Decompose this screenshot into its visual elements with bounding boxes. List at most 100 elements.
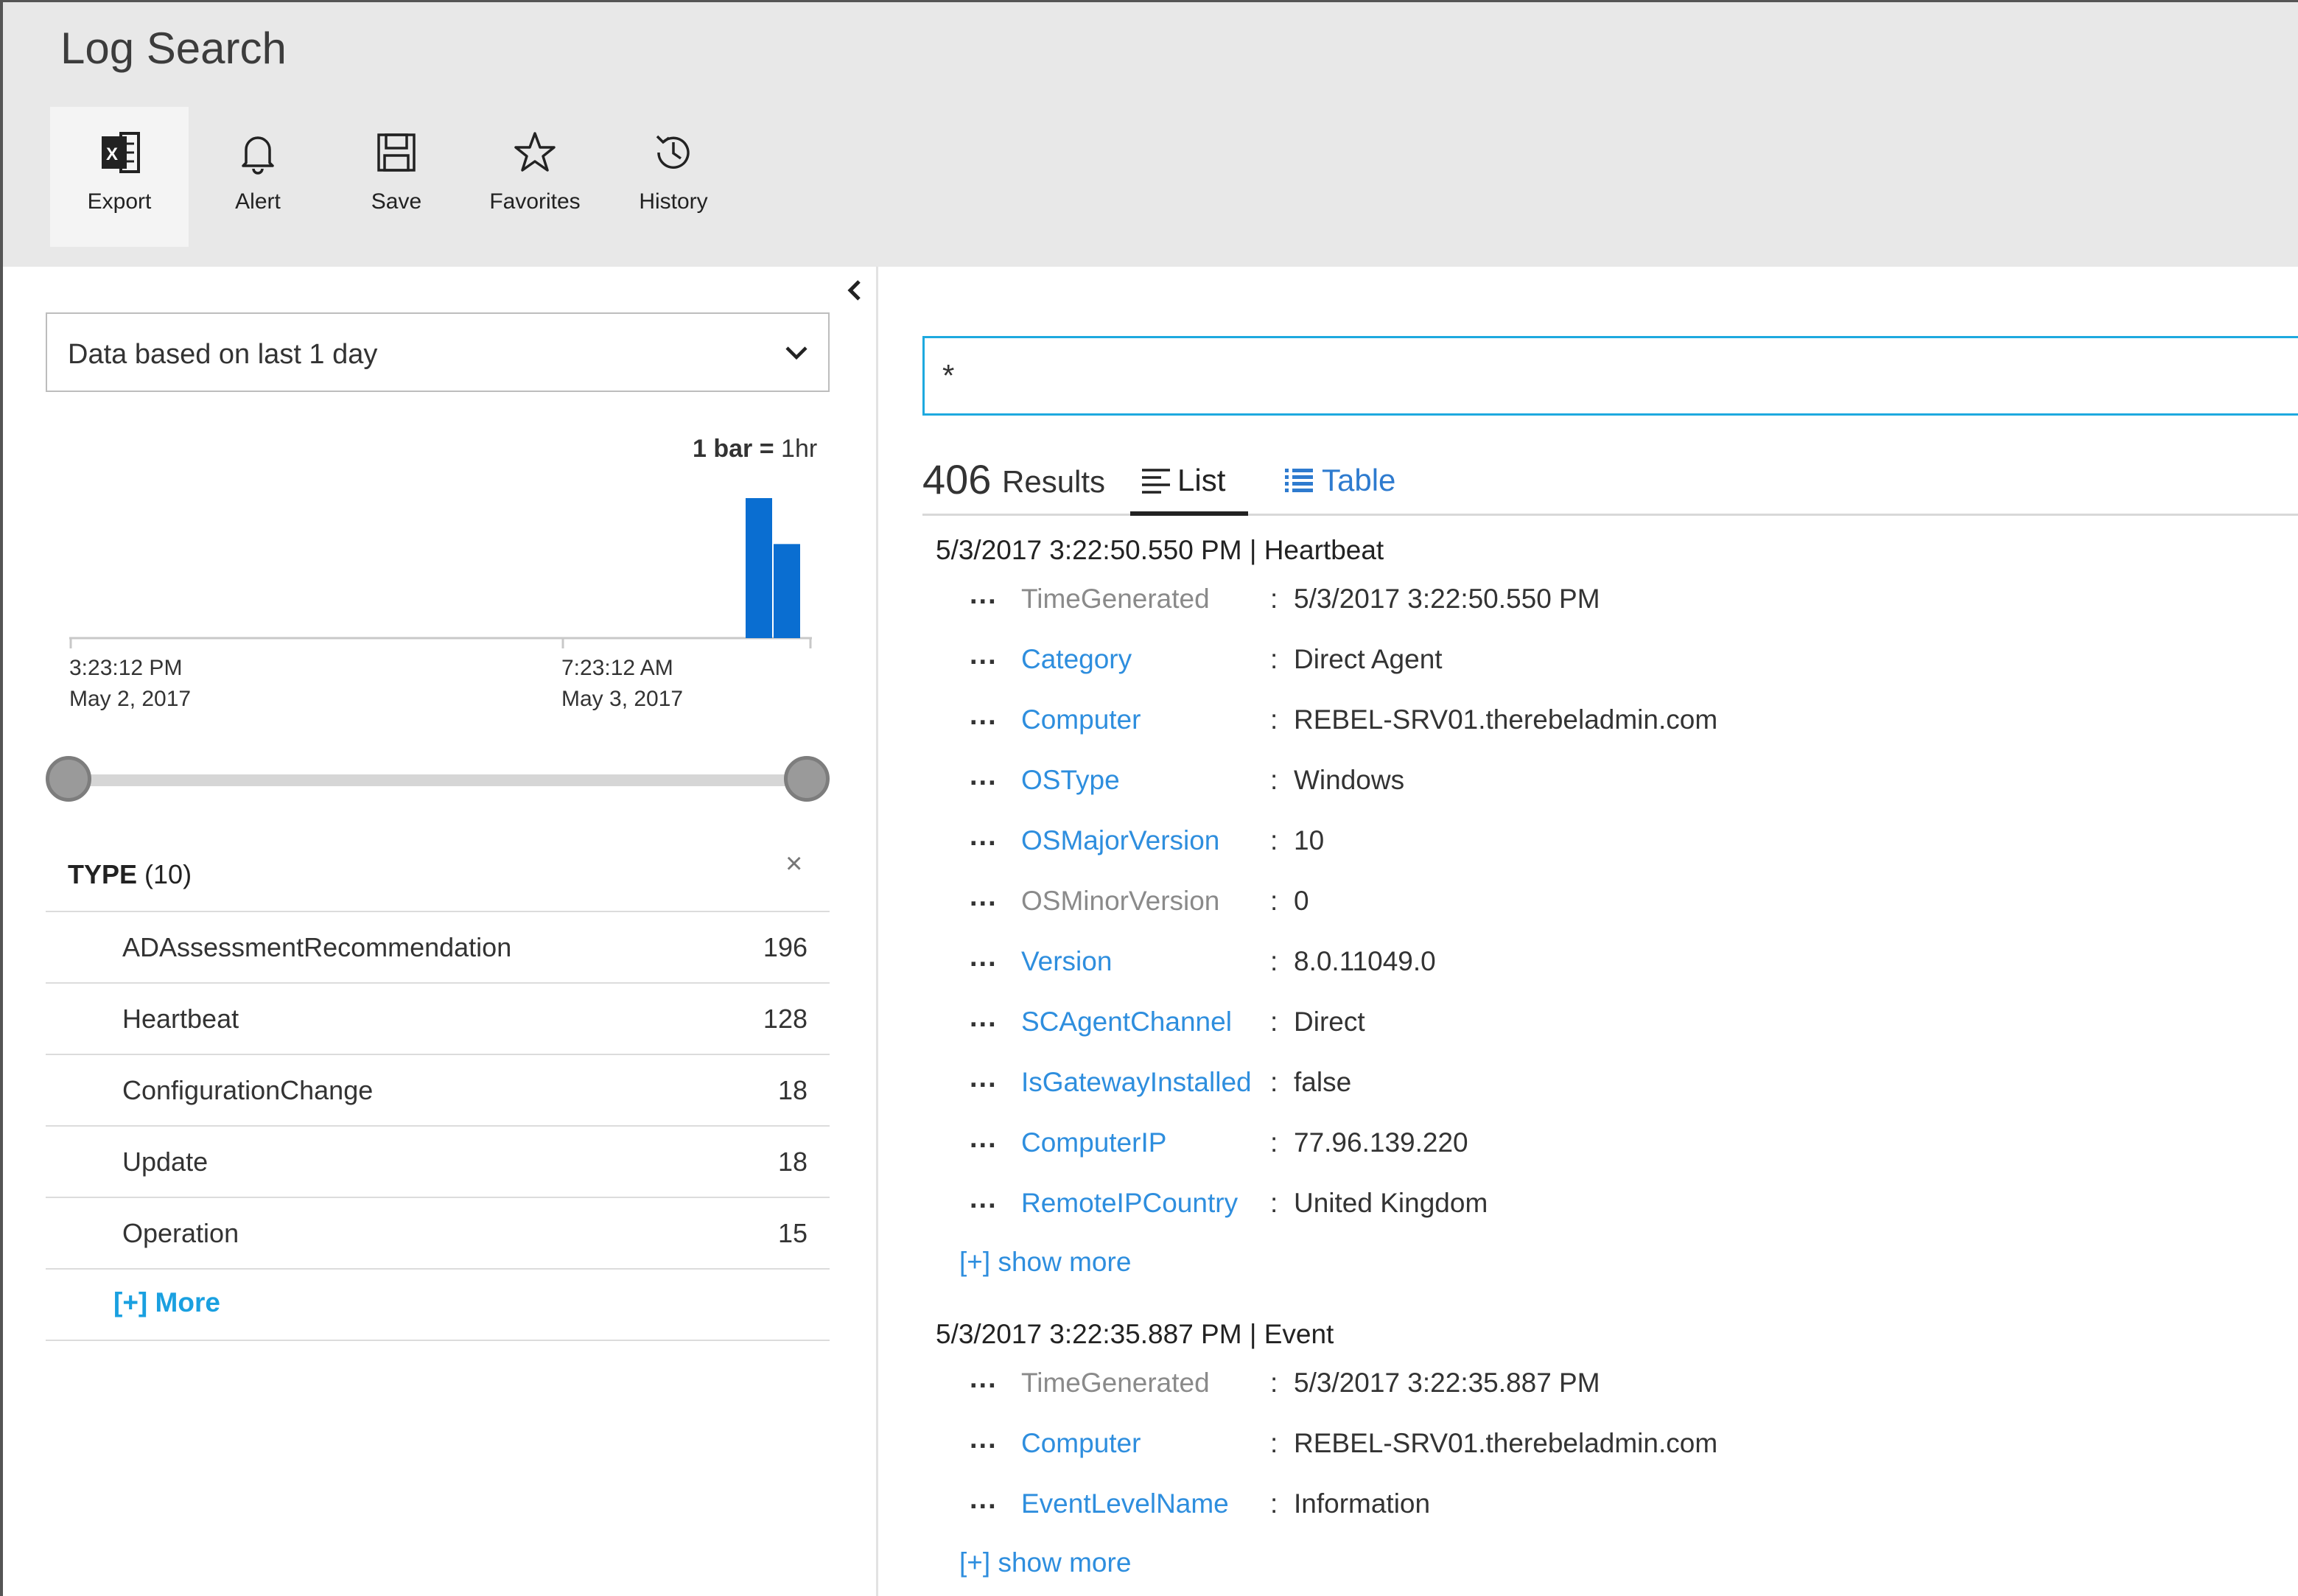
record-field: ... IsGatewayInstalled: false (970, 1063, 2148, 1126)
expand-field-icon[interactable]: ... (970, 1424, 998, 1455)
field-value: 5/3/2017 3:22:35.887 PM (1294, 1368, 1600, 1398)
time-histogram[interactable]: 3:23:12 PM May 2, 2017 7:23:12 AM May 3,… (46, 472, 830, 729)
field-value: Direct (1294, 1007, 1365, 1037)
time-range-slider[interactable] (46, 756, 830, 805)
favorites-button[interactable]: Favorites (466, 107, 604, 247)
field-separator: : (1270, 1428, 1278, 1458)
excel-icon: X (102, 132, 140, 173)
record-title: 5/3/2017 3:22:50.550 PM | Heartbeat (936, 535, 1384, 565)
record-field: ... SCAgentChannel: Direct (970, 1002, 2148, 1065)
field-separator: : (1270, 1188, 1278, 1218)
field-separator: : (1270, 644, 1278, 674)
record-field: ... Category: Direct Agent (970, 640, 2148, 703)
type-name: ConfigurationChange (122, 1075, 374, 1105)
tick-time-label: 3:23:12 PM (69, 656, 182, 680)
field-value: false (1294, 1067, 1352, 1097)
field-key[interactable]: OSMajorVersion (1021, 825, 1219, 856)
histogram-bar[interactable] (746, 498, 772, 638)
bar-scale-label: 1 bar = (693, 435, 774, 463)
type-row[interactable]: Update 18 (46, 1127, 830, 1198)
record-field: ... TimeGenerated:5/3/2017 3:22:50.550 PM (970, 579, 2148, 643)
expand-field-icon[interactable]: ... (970, 1063, 998, 1094)
type-name: ADAssessmentRecommendation (122, 932, 512, 962)
list-view-icon (1142, 469, 1170, 494)
bell-icon (242, 136, 274, 175)
expand-field-icon[interactable]: ... (970, 760, 998, 792)
query-input[interactable] (922, 336, 2298, 416)
field-key[interactable]: RemoteIPCountry (1021, 1188, 1238, 1219)
clear-filter-icon[interactable]: × (785, 847, 802, 881)
more-types-link[interactable]: [+] More (113, 1287, 220, 1318)
record-field: ... OSMajorVersion:10 (970, 821, 2148, 884)
field-value: REBEL-SRV01.therebeladmin.com (1294, 704, 1718, 735)
type-row[interactable]: Operation 15 (46, 1198, 830, 1270)
type-count: 18 (777, 1075, 808, 1105)
star-icon (514, 132, 556, 172)
type-row[interactable]: ConfigurationChange 18 (46, 1055, 830, 1127)
collapse-panel-icon[interactable] (840, 276, 869, 305)
record-field: ... OSMinorVersion:0 (970, 881, 2148, 945)
expand-field-icon[interactable]: ... (970, 821, 998, 853)
field-key[interactable]: Computer (1021, 1428, 1141, 1459)
type-count: 128 (763, 1004, 808, 1034)
field-key: TimeGenerated (1021, 1368, 1210, 1398)
field-value: 8.0.11049.0 (1294, 946, 1436, 976)
export-label: Export (87, 189, 152, 214)
type-row[interactable]: Heartbeat 128 (46, 984, 830, 1055)
export-button[interactable]: X Export (50, 107, 189, 247)
save-button[interactable]: Save (327, 107, 466, 247)
type-row[interactable]: ADAssessmentRecommendation 196 (46, 912, 830, 984)
tab-list[interactable]: List (1130, 445, 1248, 516)
field-value: Windows (1294, 765, 1405, 795)
record-field: ... RemoteIPCountry: United Kingdom (970, 1183, 2148, 1247)
history-button[interactable]: History (604, 107, 743, 247)
field-separator: : (1270, 1007, 1278, 1037)
type-name: Operation (122, 1218, 239, 1248)
tab-list-label: List (1177, 463, 1226, 497)
tab-table[interactable]: Table (1283, 445, 1416, 516)
field-value: 77.96.139.220 (1294, 1127, 1468, 1158)
expand-field-icon[interactable]: ... (970, 881, 998, 913)
bar-scale-unit: 1hr (781, 435, 818, 463)
expand-field-icon[interactable]: ... (970, 579, 998, 611)
show-more-link[interactable]: [+] show more (959, 1247, 1131, 1278)
field-key[interactable]: Version (1021, 946, 1112, 977)
field-key[interactable]: ComputerIP (1021, 1127, 1166, 1158)
field-key[interactable]: EventLevelName (1021, 1488, 1229, 1519)
type-count: 15 (777, 1218, 808, 1248)
expand-field-icon[interactable]: ... (970, 1123, 998, 1155)
field-key[interactable]: SCAgentChannel (1021, 1007, 1232, 1037)
field-key[interactable]: IsGatewayInstalled (1021, 1067, 1252, 1098)
table-view-icon (1285, 469, 1313, 492)
expand-field-icon[interactable]: ... (970, 700, 998, 732)
field-separator: : (1270, 1488, 1278, 1519)
history-icon (656, 135, 690, 169)
time-range-select[interactable]: Data based on last 1 day (46, 312, 830, 392)
expand-field-icon[interactable]: ... (970, 640, 998, 671)
expand-field-icon[interactable]: ... (970, 942, 998, 973)
tick-date-label: May 2, 2017 (69, 687, 191, 711)
tick-time-label: 7:23:12 AM (561, 656, 673, 680)
field-separator: : (1270, 1067, 1278, 1097)
expand-field-icon[interactable]: ... (970, 1002, 998, 1034)
show-more-link[interactable]: [+] show more (959, 1547, 1131, 1578)
expand-field-icon[interactable]: ... (970, 1183, 998, 1215)
result-label: Results (1002, 464, 1106, 499)
bar-scale-note: 1 bar = 1hr (693, 435, 817, 463)
more-row: [+] More (46, 1270, 830, 1341)
history-label: History (639, 189, 708, 214)
field-key[interactable]: Category (1021, 644, 1132, 675)
alert-button[interactable]: Alert (189, 107, 327, 247)
expand-field-icon[interactable]: ... (970, 1363, 998, 1395)
field-key[interactable]: OSType (1021, 765, 1120, 796)
tick-date-label: May 3, 2017 (561, 687, 683, 711)
histogram-bar[interactable] (774, 544, 800, 638)
type-filter-title: TYPE (68, 859, 138, 889)
floppy-icon (377, 133, 416, 172)
field-key[interactable]: Computer (1021, 704, 1141, 735)
expand-field-icon[interactable]: ... (970, 1484, 998, 1516)
slider-end-handle[interactable] (784, 756, 830, 802)
type-filter-header: TYPE (10) (68, 859, 192, 890)
record-field: ... Computer: REBEL-SRV01.therebeladmin.co… (970, 1424, 2148, 1487)
slider-start-handle[interactable] (46, 756, 91, 802)
